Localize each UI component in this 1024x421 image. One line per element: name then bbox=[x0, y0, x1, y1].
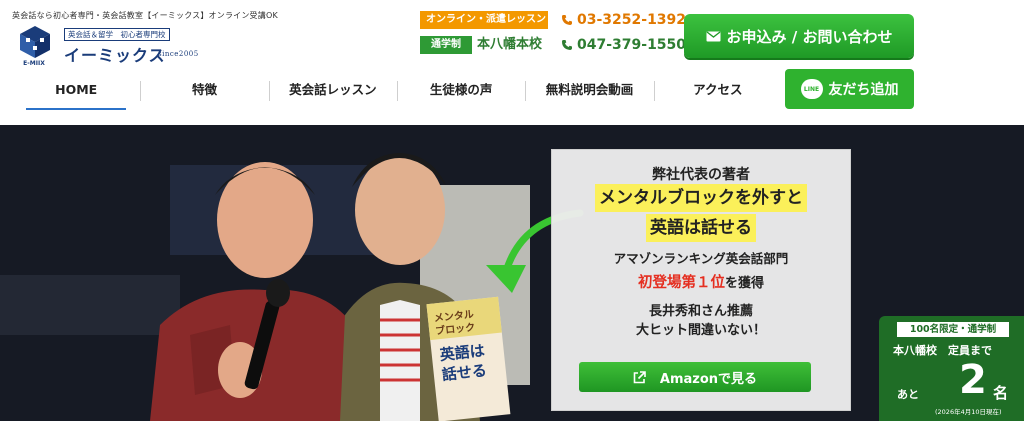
school-phone-link[interactable]: 047-379-1550 bbox=[561, 36, 686, 54]
site-logo[interactable]: E-MIIX 英会話＆留学 初心者専門校 イーミックス since2005 bbox=[12, 24, 212, 70]
nav-item-features[interactable]: 特徴 bbox=[140, 72, 268, 110]
line-add-friend-button[interactable]: LINE 友だち追加 bbox=[785, 69, 914, 109]
book-author-label: 弊社代表の著者 bbox=[652, 167, 750, 183]
first-place-text: 初登場第１位 bbox=[637, 275, 725, 291]
ranking-result-text: 初登場第１位を獲得 bbox=[552, 271, 850, 292]
seat-school-text: 本八幡校 定員まで bbox=[893, 344, 992, 357]
external-link-icon bbox=[633, 370, 646, 383]
apply-contact-label: お申込み / お問い合わせ bbox=[726, 27, 893, 46]
line-add-friend-label: 友だち追加 bbox=[828, 82, 899, 98]
seat-limit-box: 100名限定・通学制 本八幡校 定員まで あと 2 名 (2026年4月10日現… bbox=[879, 316, 1024, 421]
online-lesson-badge: オンライン・派遣レッスン bbox=[420, 11, 548, 29]
seat-remaining-count: 2 bbox=[959, 357, 987, 403]
nav-item-access[interactable]: アクセス bbox=[653, 72, 782, 110]
commute-badge: 通学制 bbox=[420, 36, 472, 54]
amazon-button-label: Amazonで見る bbox=[659, 371, 758, 387]
nav-item-testimonials[interactable]: 生徒様の声 bbox=[396, 72, 525, 110]
hero-banner: メンタル ブロック 英語は 話せる 弊社代表の著者 メンタルブロックを外すと 英… bbox=[0, 125, 1024, 421]
logo-subtitle: 英会話＆留学 初心者専門校 bbox=[64, 28, 170, 41]
logo-name: イーミックス bbox=[64, 46, 166, 65]
phone-icon bbox=[562, 40, 572, 50]
seat-remaining-label: あと bbox=[897, 388, 919, 401]
mail-icon bbox=[706, 30, 721, 41]
school-phone-number: 047-379-1550 bbox=[577, 37, 687, 53]
nav-item-videos[interactable]: 無料説明会動画 bbox=[525, 72, 653, 110]
seat-date-note: (2026年4月10日現在) bbox=[935, 408, 1002, 416]
apply-contact-button[interactable]: お申込み / お問い合わせ bbox=[684, 14, 914, 58]
book-title-highlight-1: メンタルブロックを外すと bbox=[595, 184, 807, 212]
online-phone-number: 03-3252-1392 bbox=[577, 12, 687, 28]
seat-limit-tag: 100名限定・通学制 bbox=[897, 322, 1009, 337]
nav-item-lessons[interactable]: 英会話レッスン bbox=[268, 72, 397, 110]
amazon-ranking-text: アマゾンランキング英会話部門 bbox=[613, 251, 789, 266]
amazon-button[interactable]: Amazonで見る bbox=[579, 362, 811, 392]
site-tagline: 英会話なら初心者専門・英会話教室【イーミックス】オンライン受講OK bbox=[12, 11, 278, 20]
ranking-suffix: を獲得 bbox=[724, 276, 764, 291]
school-name: 本八幡本校 bbox=[477, 37, 543, 52]
main-nav: HOME 特徴 英会話レッスン 生徒様の声 無料説明会動画 アクセス bbox=[12, 72, 782, 110]
book-promo-panel: 弊社代表の著者 メンタルブロックを外すと 英語は話せる アマゾンランキング英会話… bbox=[551, 149, 851, 411]
logo-since: since2005 bbox=[158, 50, 199, 58]
hit-text: 大ヒット間違いない！ bbox=[635, 323, 766, 338]
hero-photo: メンタル ブロック 英語は 話せる bbox=[0, 125, 1024, 421]
book-title-highlight-2: 英語は話せる bbox=[646, 214, 756, 242]
online-phone-link[interactable]: 03-3252-1392 bbox=[561, 11, 686, 29]
logo-mark-text: E-MIIX bbox=[23, 60, 45, 67]
nav-item-home[interactable]: HOME bbox=[12, 72, 140, 110]
phone-icon bbox=[562, 15, 572, 25]
recommendation-text: 長井秀和さん推薦 bbox=[648, 304, 753, 319]
seat-unit: 名 bbox=[993, 384, 1009, 402]
line-icon: LINE bbox=[800, 79, 823, 99]
